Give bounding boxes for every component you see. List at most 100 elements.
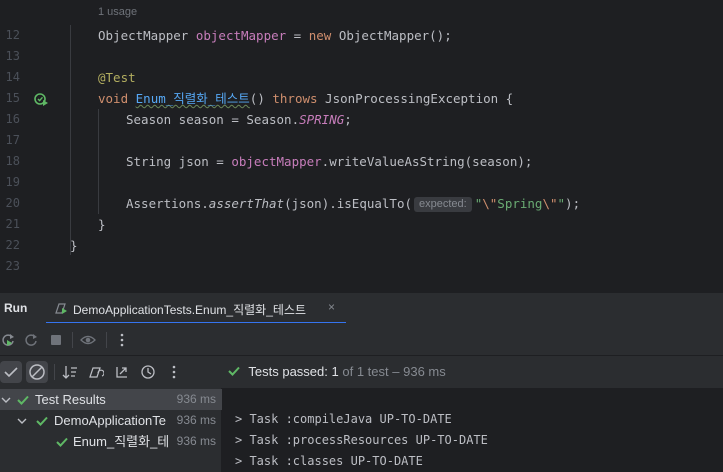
run-config-tab[interactable]: DemoApplicationTests.Enum_직렬화_테스트 ×	[46, 293, 346, 324]
ignored-icon	[29, 364, 45, 380]
code-text: }	[70, 238, 78, 253]
line-number: 21	[5, 217, 20, 231]
field-token: objectMapper	[195, 28, 287, 43]
code-line-18[interactable]: String json = objectMapper.writeValueAsS…	[126, 151, 532, 172]
tree-row-time: 936 ms	[176, 392, 216, 406]
line-number: 22	[5, 238, 20, 252]
line-number: 13	[5, 49, 20, 63]
show-passed-toggle[interactable]	[0, 361, 22, 383]
line-number: 20	[5, 196, 20, 210]
code-text: .writeValueAsString(season);	[321, 154, 533, 169]
run-toolbar	[0, 323, 723, 356]
code-line-16[interactable]: Season season = Season.SPRING;	[126, 109, 352, 130]
separator-dash: –	[392, 364, 400, 379]
rerun-icon[interactable]	[0, 332, 16, 348]
code-line-14[interactable]: @Test	[98, 67, 136, 88]
code-text: =	[286, 28, 309, 43]
tool-window-header: Run DemoApplicationTests.Enum_직렬화_테스트 ×	[0, 292, 723, 324]
string-token: "	[557, 196, 566, 211]
tree-row-time: 936 ms	[176, 413, 216, 427]
code-text: (json).isEqualTo(	[284, 196, 412, 211]
toolbar-separator	[54, 364, 55, 380]
chevron-down-icon[interactable]	[17, 416, 27, 426]
test-config-icon	[55, 303, 67, 314]
toolbar-separator	[72, 332, 73, 348]
static-method-token: assertThat	[208, 196, 285, 211]
code-text: ()	[249, 91, 273, 106]
line-number: 23	[5, 259, 20, 273]
line-number: 15	[5, 91, 20, 105]
code-text: JsonProcessingException {	[317, 91, 514, 106]
check-icon	[36, 416, 48, 426]
code-text: );	[565, 196, 581, 211]
passed-count: 1	[331, 364, 339, 379]
code-text: ;	[344, 112, 352, 127]
enum-constant-token: SPRING	[299, 112, 345, 127]
line-number: 16	[5, 112, 20, 126]
keyword-token: void	[98, 91, 129, 106]
test-status-label: Tests passed:	[248, 364, 328, 379]
console-line: > Task :classes UP-TO-DATE	[235, 454, 423, 468]
tree-row-time: 936 ms	[176, 434, 216, 448]
show-ignored-toggle[interactable]	[26, 361, 48, 383]
keyword-token: new	[308, 28, 332, 43]
line-number: 12	[5, 28, 20, 42]
code-line-20[interactable]: Assertions.assertThat(json).isEqualTo(ex…	[126, 193, 580, 214]
tree-row-label: DemoApplicationTe	[54, 413, 167, 428]
chevron-down-icon[interactable]	[1, 395, 11, 405]
check-icon	[56, 437, 68, 447]
keyword-token: throws	[272, 91, 318, 106]
usage-hint[interactable]: 1 usage	[98, 6, 137, 18]
tree-row-test-results[interactable]: Test Results 936 ms	[0, 389, 222, 410]
string-token: Spring	[497, 196, 543, 211]
tree-row-label: Test Results	[35, 392, 106, 407]
test-tree[interactable]: Test Results 936 ms DemoApplicationTe 93…	[0, 388, 222, 472]
tree-row-label: Enum_직렬화_테	[73, 434, 170, 449]
console-output[interactable]: > Task :compileJava UP-TO-DATE > Task :p…	[222, 388, 723, 472]
rerun-failed-icon[interactable]	[23, 332, 39, 348]
code-text: Season season = Season.	[126, 112, 300, 127]
console-line: > Task :compileJava UP-TO-DATE	[235, 412, 452, 426]
annotation-token: @Test	[98, 70, 136, 85]
field-token: objectMapper	[231, 154, 322, 169]
indent-guide	[98, 109, 99, 214]
tool-window-title[interactable]: Run	[4, 301, 27, 315]
run-test-gutter-icon[interactable]	[34, 92, 48, 106]
code-text: }	[98, 217, 106, 232]
indent-guide	[70, 25, 71, 255]
code-text: Assertions.	[126, 196, 209, 211]
type-token: ObjectMapper	[98, 28, 189, 43]
code-text: ObjectMapper();	[331, 28, 452, 43]
more-vertical-icon[interactable]	[114, 332, 130, 348]
code-line-22[interactable]: }	[70, 235, 78, 256]
code-text: String json =	[126, 154, 232, 169]
history-icon[interactable]	[140, 364, 156, 380]
check-icon	[228, 366, 240, 376]
line-number: 17	[5, 133, 20, 147]
close-icon[interactable]: ×	[328, 300, 335, 314]
parameter-hint: expected:	[414, 197, 472, 212]
line-number: 19	[5, 175, 20, 189]
escape-token: \"	[482, 196, 498, 211]
tree-row-test-class[interactable]: DemoApplicationTe 936 ms	[0, 410, 222, 431]
code-line-12[interactable]: ObjectMapper objectMapper = new ObjectMa…	[98, 25, 452, 46]
code-line-15[interactable]: void Enum_직렬화_테스트() throws JsonProcessin…	[98, 88, 513, 109]
test-toolbar: Tests passed: 1 of 1 test – 936 ms	[0, 356, 723, 388]
test-duration: 936 ms	[403, 364, 446, 379]
test-status: Tests passed: 1 of 1 test – 936 ms	[227, 361, 446, 383]
line-number: 18	[5, 154, 20, 168]
line-number: 14	[5, 70, 20, 84]
sort-icon[interactable]	[62, 364, 78, 380]
eye-icon[interactable]	[80, 332, 96, 348]
console-line: > Task :processResources UP-TO-DATE	[235, 433, 488, 447]
method-name-token: Enum_직렬화_테스트	[135, 91, 250, 106]
code-line-21[interactable]: }	[98, 214, 106, 235]
test-total: of 1 test	[342, 364, 389, 379]
import-tests-icon[interactable]	[88, 364, 104, 380]
collapse-icon[interactable]	[114, 364, 130, 380]
toolbar-separator	[106, 332, 107, 348]
tree-row-test-method[interactable]: Enum_직렬화_테 936 ms	[0, 431, 222, 452]
stop-icon[interactable]	[48, 332, 64, 348]
code-editor[interactable]: 1 usage 12 13 14 15 16 17 18 19 20 21 22…	[0, 0, 723, 292]
more-vertical-icon[interactable]	[166, 364, 182, 380]
